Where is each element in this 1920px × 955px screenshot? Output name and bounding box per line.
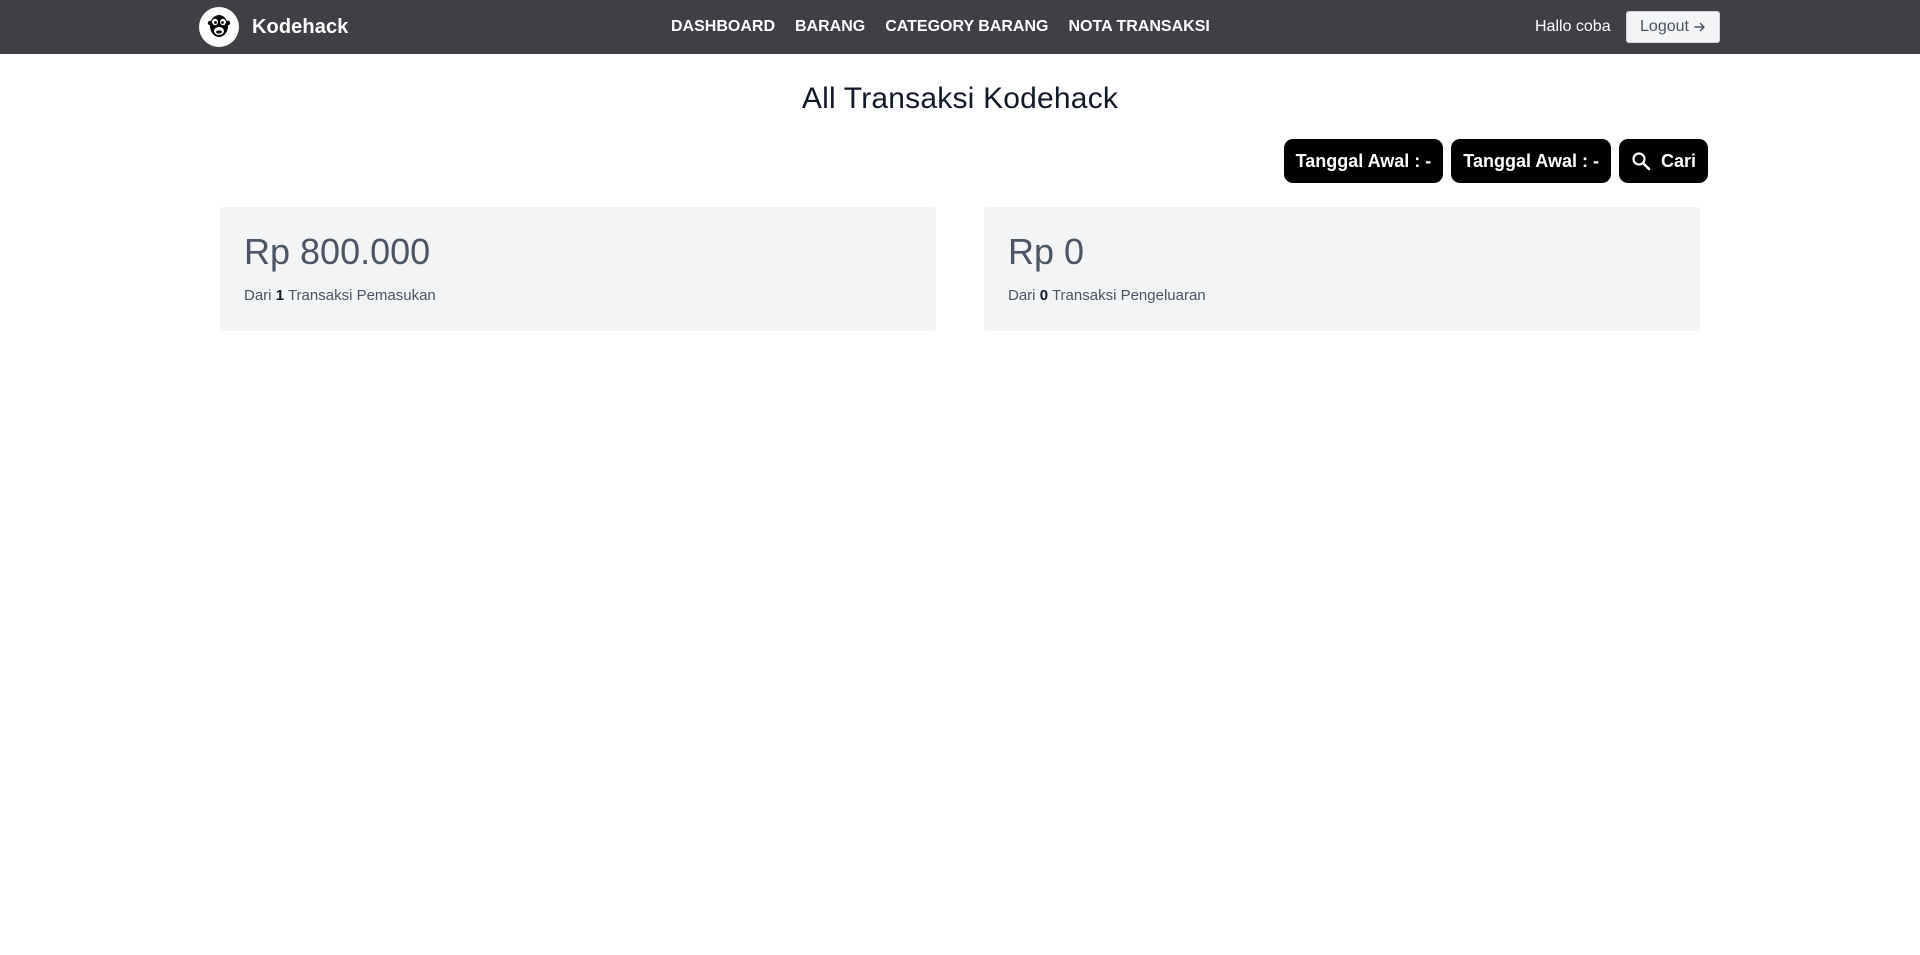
logout-label: Logout: [1640, 18, 1689, 35]
income-card: Rp 800.000 Dari 1 Transaksi Pemasukan: [220, 207, 936, 331]
main-nav: DASHBOARD BARANG CATEGORY BARANG NOTA TR…: [671, 0, 1210, 54]
logout-button[interactable]: Logout: [1626, 11, 1720, 43]
expense-count: 0: [1039, 287, 1049, 304]
income-description: Dari 1 Transaksi Pemasukan: [244, 287, 436, 304]
expense-prefix: Dari: [1008, 287, 1036, 304]
nav-barang[interactable]: BARANG: [795, 18, 865, 36]
search-button[interactable]: Cari: [1618, 139, 1708, 183]
top-navbar: Kodehack DASHBOARD BARANG CATEGORY BARAN…: [0, 0, 1920, 54]
filter-bar: Tanggal Awal : - Tanggal Awal : - Cari: [1276, 139, 1708, 183]
nav-category-barang[interactable]: CATEGORY BARANG: [885, 18, 1048, 36]
search-icon: [1631, 151, 1651, 171]
page-title: All Transaksi Kodehack: [801, 82, 1119, 115]
income-prefix: Dari: [244, 287, 272, 304]
brand-link[interactable]: Kodehack: [199, 7, 348, 47]
expense-card: Rp 0 Dari 0 Transaksi Pengeluaran: [984, 207, 1700, 331]
income-suffix: Transaksi Pemasukan: [287, 287, 436, 304]
expense-amount: Rp 0: [1008, 231, 1085, 272]
expense-description: Dari 0 Transaksi Pengeluaran: [1008, 287, 1206, 304]
end-date-button[interactable]: Tanggal Awal : -: [1451, 139, 1611, 183]
arrow-right-icon: [1694, 21, 1706, 33]
nav-nota-transaksi[interactable]: NOTA TRANSAKSI: [1068, 18, 1209, 36]
user-greeting: Hallo coba: [1535, 18, 1611, 35]
nav-dashboard[interactable]: DASHBOARD: [671, 18, 775, 36]
brand-name: Kodehack: [252, 15, 349, 38]
start-date-button[interactable]: Tanggal Awal : -: [1283, 139, 1444, 183]
expense-suffix: Transaksi Pengeluaran: [1051, 287, 1206, 304]
monkey-face-icon: [199, 7, 239, 47]
income-count: 1: [275, 287, 285, 304]
income-amount: Rp 800.000: [244, 231, 431, 272]
search-label: Cari: [1660, 150, 1696, 171]
